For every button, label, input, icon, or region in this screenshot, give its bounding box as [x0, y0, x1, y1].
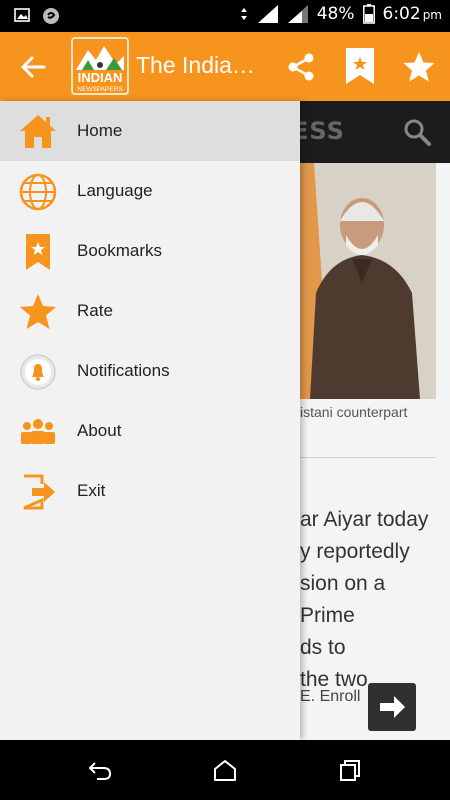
- clock-ampm: pm: [422, 8, 442, 22]
- article-line: ar Aiyar today: [300, 508, 429, 531]
- back-arrow-icon[interactable]: [18, 52, 50, 82]
- bookmark-icon: [26, 234, 50, 270]
- article-text: ar Aiyar today y reportedly sion on a Pr…: [300, 504, 450, 696]
- news-photo: [300, 163, 436, 399]
- people-icon: [21, 419, 55, 444]
- bookmark-icon[interactable]: [343, 46, 377, 86]
- search-icon[interactable]: [402, 117, 432, 147]
- app-title: The India…: [136, 52, 255, 78]
- signal-icon: [257, 5, 278, 23]
- app-toolbar: INDIAN NEWSPAPERS The India…: [0, 32, 450, 101]
- next-button[interactable]: [368, 683, 416, 731]
- globe-icon: [19, 173, 57, 211]
- star-icon: [20, 294, 56, 329]
- drawer-item-about[interactable]: About: [0, 401, 300, 461]
- status-bar: 48% 6:02 pm: [0, 0, 450, 32]
- exit-icon: [23, 474, 55, 510]
- share-icon[interactable]: [284, 50, 318, 84]
- drawer-item-rate[interactable]: Rate: [0, 281, 300, 341]
- article-line: ds to: [300, 636, 346, 659]
- article-line: sion on a: [300, 572, 386, 595]
- gallery-icon: [14, 8, 30, 22]
- drawer-item-label: Exit: [77, 481, 106, 500]
- divider: [300, 457, 436, 458]
- logo-line2: NEWSPAPERS: [77, 86, 123, 93]
- system-nav-bar: [0, 740, 450, 800]
- drawer-item-label: Notifications: [77, 361, 170, 380]
- navigation-drawer: Home Language Bookmarks Rate Notificatio…: [0, 101, 300, 740]
- arrow-right-icon: [380, 696, 405, 718]
- home-nav-icon[interactable]: [212, 758, 238, 782]
- drawer-item-home[interactable]: Home: [0, 101, 300, 161]
- battery-icon: [362, 4, 375, 24]
- recents-nav-icon[interactable]: [337, 758, 363, 782]
- bell-icon: [20, 354, 56, 390]
- drawer-item-label: About: [77, 421, 122, 440]
- home-icon: [20, 115, 56, 148]
- article-line: Prime: [300, 604, 355, 627]
- battery-percent: 48%: [316, 4, 355, 24]
- app-logo: INDIAN NEWSPAPERS: [70, 36, 130, 96]
- back-nav-icon[interactable]: [87, 758, 113, 782]
- drawer-item-label: Bookmarks: [77, 241, 163, 260]
- drawer-item-label: Home: [77, 121, 123, 140]
- photo-caption: istani counterpart: [300, 404, 408, 420]
- data-arrows-icon: [240, 8, 247, 20]
- drawer-item-bookmarks[interactable]: Bookmarks: [0, 221, 300, 281]
- star-icon[interactable]: [402, 50, 436, 84]
- clock: 6:02 pm: [383, 4, 443, 24]
- signal-2-icon: [287, 5, 308, 23]
- drawer-item-notifications[interactable]: Notifications: [0, 341, 300, 401]
- clock-time: 6:02: [382, 4, 421, 24]
- logo-line1: INDIAN: [78, 70, 123, 85]
- drawer-item-label: Language: [77, 181, 153, 200]
- drawer-item-language[interactable]: Language: [0, 161, 300, 221]
- enroll-text: E. Enroll: [300, 688, 361, 705]
- shazam-icon: [43, 8, 59, 24]
- drawer-item-label: Rate: [77, 301, 113, 320]
- article-line: y reportedly: [300, 540, 410, 563]
- drawer-item-exit[interactable]: Exit: [0, 461, 300, 521]
